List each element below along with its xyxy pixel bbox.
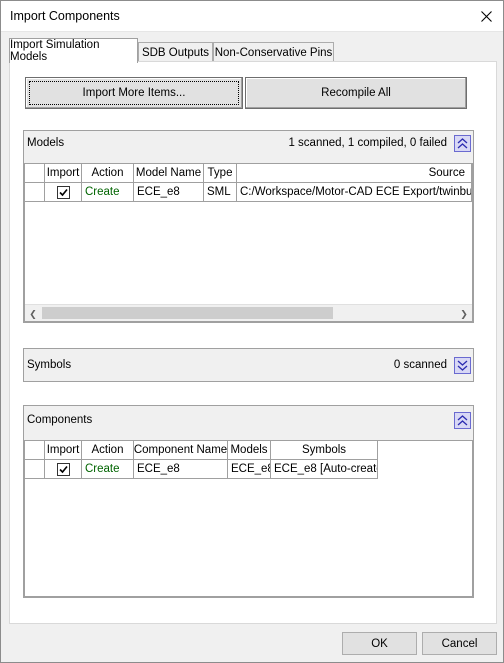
recompile-all-button[interactable]: Recompile All: [245, 77, 467, 109]
import-cell: [45, 183, 82, 202]
symbols-title: Symbols: [27, 359, 72, 371]
window-title: Import Components: [10, 9, 120, 23]
title-bar: Import Components: [1, 1, 503, 32]
tab-label: Import Simulation Models: [10, 39, 100, 63]
button-label: OK: [371, 637, 388, 650]
cancel-button[interactable]: Cancel: [422, 632, 497, 655]
column-header-import[interactable]: Import: [45, 441, 82, 460]
collapse-up-icon: [457, 138, 468, 149]
close-button[interactable]: [475, 5, 497, 27]
components-group: Components Import Action Component Name …: [23, 405, 474, 598]
symbols-header: Symbols 0 scanned: [27, 353, 473, 379]
components-grid-header: Import Action Component Name Models Symb…: [25, 441, 378, 460]
checkmark-icon: [58, 188, 68, 196]
import-components-dialog: Import Components Import Simulation Mode…: [0, 0, 504, 663]
ok-button[interactable]: OK: [342, 632, 417, 655]
models-grid: Import Action Model Name Type Source Cre…: [24, 163, 473, 322]
model-name-cell[interactable]: ECE_e8: [134, 183, 204, 202]
tab-panel-import-simulation-models: Import More Items... Recompile All Model…: [9, 61, 497, 624]
column-header-action[interactable]: Action: [82, 164, 134, 183]
symbols-group: Symbols 0 scanned: [23, 348, 474, 382]
models-title: Models: [27, 137, 65, 149]
components-grid: Import Action Component Name Models Symb…: [24, 440, 473, 597]
symbols-cell[interactable]: ECE_e8 [Auto-create]: [271, 460, 378, 479]
table-row[interactable]: Create ECE_e8 SML C:/Workspace/Motor-CAD…: [25, 183, 472, 202]
button-label: Recompile All: [321, 87, 391, 99]
scroll-left-icon[interactable]: ❮: [28, 309, 38, 319]
collapse-up-icon: [457, 415, 468, 426]
components-collapse-button[interactable]: [454, 412, 471, 429]
button-label: Cancel: [441, 637, 478, 650]
import-checkbox[interactable]: [56, 185, 70, 199]
models-collapse-button[interactable]: [454, 135, 471, 152]
models-header: Models 1 scanned, 1 compiled, 0 failed: [27, 131, 473, 157]
tab-sdb-outputs[interactable]: SDB Outputs: [138, 42, 213, 62]
models-grid-header: Import Action Model Name Type Source: [25, 164, 472, 183]
import-cell: [45, 460, 82, 479]
action-cell[interactable]: Create: [82, 460, 134, 479]
symbols-status: 0 scanned: [393, 359, 447, 371]
close-icon: [480, 10, 492, 22]
models-horizontal-scrollbar[interactable]: ❮ ❯: [25, 304, 472, 321]
source-cell[interactable]: C:/Workspace/Motor-CAD ECE Export/twinbu…: [237, 183, 472, 202]
column-header-source[interactable]: Source: [237, 164, 472, 183]
column-header-model-name[interactable]: Model Name: [134, 164, 204, 183]
tab-non-conservative-pins[interactable]: Non-Conservative Pins: [213, 42, 334, 62]
column-header-symbols[interactable]: Symbols: [271, 441, 378, 460]
components-title: Components: [27, 414, 93, 426]
column-header-type[interactable]: Type: [204, 164, 237, 183]
checkmark-icon: [58, 465, 68, 473]
import-checkbox[interactable]: [56, 462, 70, 476]
tab-label: Non-Conservative Pins: [214, 46, 333, 59]
row-header[interactable]: [25, 460, 45, 479]
models-group: Models 1 scanned, 1 compiled, 0 failed I…: [23, 130, 474, 323]
row-header[interactable]: [25, 183, 45, 202]
column-header-import[interactable]: Import: [45, 164, 82, 183]
tab-import-simulation-models[interactable]: Import Simulation Models: [9, 38, 138, 63]
component-name-cell[interactable]: ECE_e8: [134, 460, 228, 479]
models-status: 1 scanned, 1 compiled, 0 failed: [288, 137, 447, 149]
column-header-models[interactable]: Models: [228, 441, 271, 460]
import-more-items-button[interactable]: Import More Items...: [25, 77, 243, 109]
tab-label: SDB Outputs: [141, 46, 210, 59]
scrollbar-thumb[interactable]: [42, 307, 333, 319]
scroll-right-icon[interactable]: ❯: [459, 309, 469, 319]
action-cell[interactable]: Create: [82, 183, 134, 202]
expand-down-icon: [457, 360, 468, 371]
button-label: Import More Items...: [82, 87, 186, 99]
row-header-corner: [25, 441, 45, 460]
type-cell[interactable]: SML: [204, 183, 237, 202]
row-header-corner: [25, 164, 45, 183]
symbols-expand-button[interactable]: [454, 357, 471, 374]
components-header: Components: [27, 408, 473, 434]
column-header-component-name[interactable]: Component Name: [134, 441, 228, 460]
table-row[interactable]: Create ECE_e8 ECE_e8 ECE_e8 [Auto-create…: [25, 460, 378, 479]
column-header-action[interactable]: Action: [82, 441, 134, 460]
models-cell[interactable]: ECE_e8: [228, 460, 271, 479]
